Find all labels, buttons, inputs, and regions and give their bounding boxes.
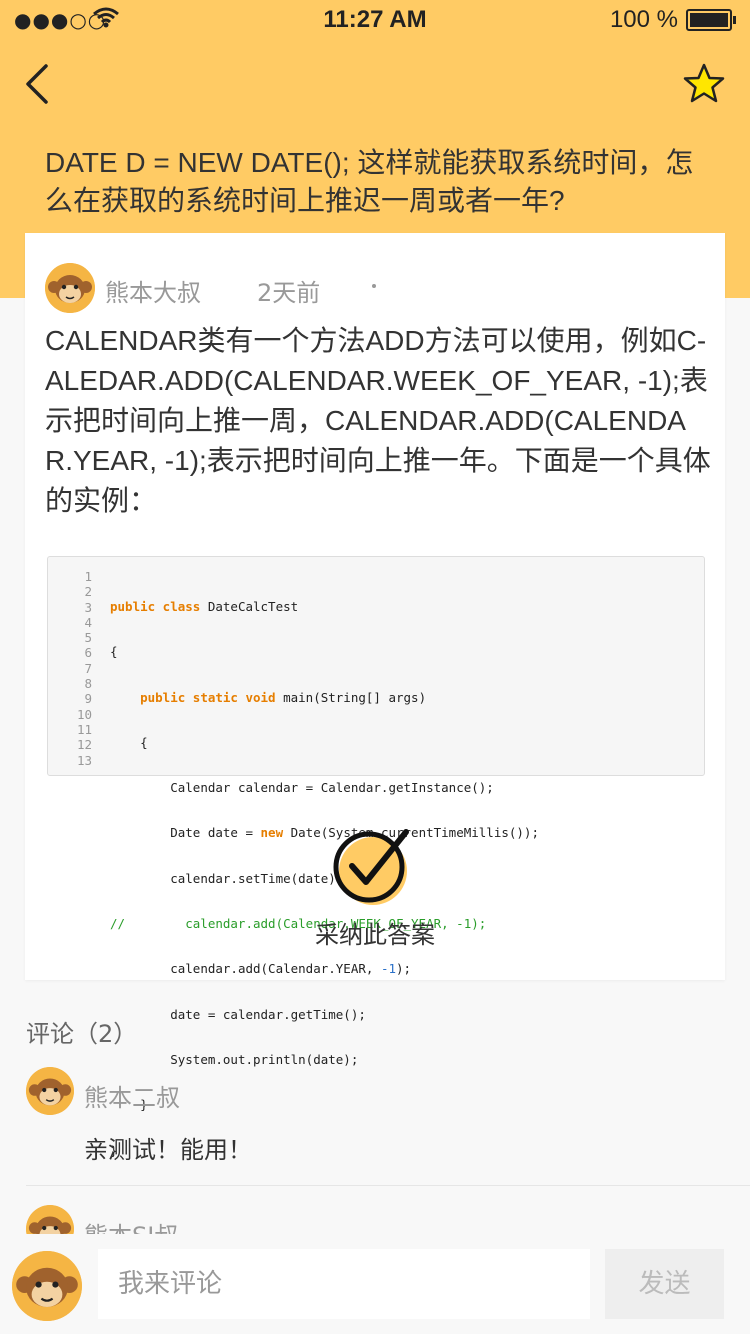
- code-line-numbers: 1 2 3 4 5 6 7 8 9 10 11 12 13: [48, 569, 92, 768]
- comment-avatar[interactable]: [26, 1067, 74, 1115]
- code-line-number: 12: [76, 737, 92, 753]
- author-avatar[interactable]: [45, 263, 95, 313]
- code-line-number: 5: [84, 630, 92, 646]
- monkey-avatar-icon: [12, 1251, 82, 1321]
- comment-composer-bar: 发送: [0, 1234, 750, 1334]
- code-line-number: 9: [84, 691, 92, 707]
- answer-author[interactable]: 熊本大叔: [105, 273, 201, 308]
- code-line-number: 6: [84, 645, 92, 661]
- code-line-number: 1: [84, 569, 92, 584]
- code-block: 1 2 3 4 5 6 7 8 9 10 11 12 13 public class DateCalcT…: [47, 556, 705, 1158]
- code-line-number: 2: [84, 584, 92, 600]
- favorite-button[interactable]: [682, 62, 726, 106]
- code-line-number: 8: [84, 676, 92, 692]
- comments-title: 评论（2）: [26, 1020, 138, 1048]
- code-line-number: 13: [76, 752, 92, 768]
- question-title: DATE D = NEW DATE(); 这样就能获取系统时间，怎么在获取的系统…: [45, 147, 694, 216]
- battery-icon: [686, 9, 736, 31]
- comment-text: 亲测试！能用！: [84, 1136, 252, 1164]
- back-icon: [26, 64, 48, 104]
- code-line-number: 4: [84, 614, 92, 630]
- answer-text: CALENDAR类有一个方法ADD方法可以使用，例如C-ALEDAR.ADD(C…: [45, 325, 711, 516]
- accept-check-icon: [333, 829, 409, 905]
- comment-divider: [26, 1185, 750, 1186]
- comment-input[interactable]: [98, 1249, 590, 1319]
- code-line-number: 11: [76, 721, 92, 737]
- comment-author[interactable]: 熊本二叔: [84, 1078, 180, 1113]
- star-icon: [683, 63, 725, 103]
- back-button[interactable]: [22, 62, 54, 106]
- my-avatar[interactable]: [12, 1251, 82, 1321]
- accept-answer-button[interactable]: [332, 828, 414, 910]
- monkey-avatar-icon: [45, 263, 95, 313]
- status-bar: ●●●○○ 11:27 AM 100 %: [0, 0, 750, 40]
- battery-percent: 100 %: [609, 6, 678, 33]
- answer-time: 2天前: [257, 279, 321, 307]
- accept-answer-label[interactable]: 采纳此答案: [25, 915, 725, 950]
- code-line-number: 7: [84, 660, 92, 676]
- code-line-number: 3: [84, 599, 92, 615]
- separator-dot: [372, 284, 376, 288]
- monkey-avatar-icon: [26, 1067, 74, 1115]
- code-line-number: 10: [76, 706, 92, 722]
- answer-card: 熊本大叔 2天前 CALENDAR类有一个方法ADD方法可以使用，例如C-ALE…: [25, 233, 725, 1158]
- send-button[interactable]: 发送: [605, 1249, 724, 1319]
